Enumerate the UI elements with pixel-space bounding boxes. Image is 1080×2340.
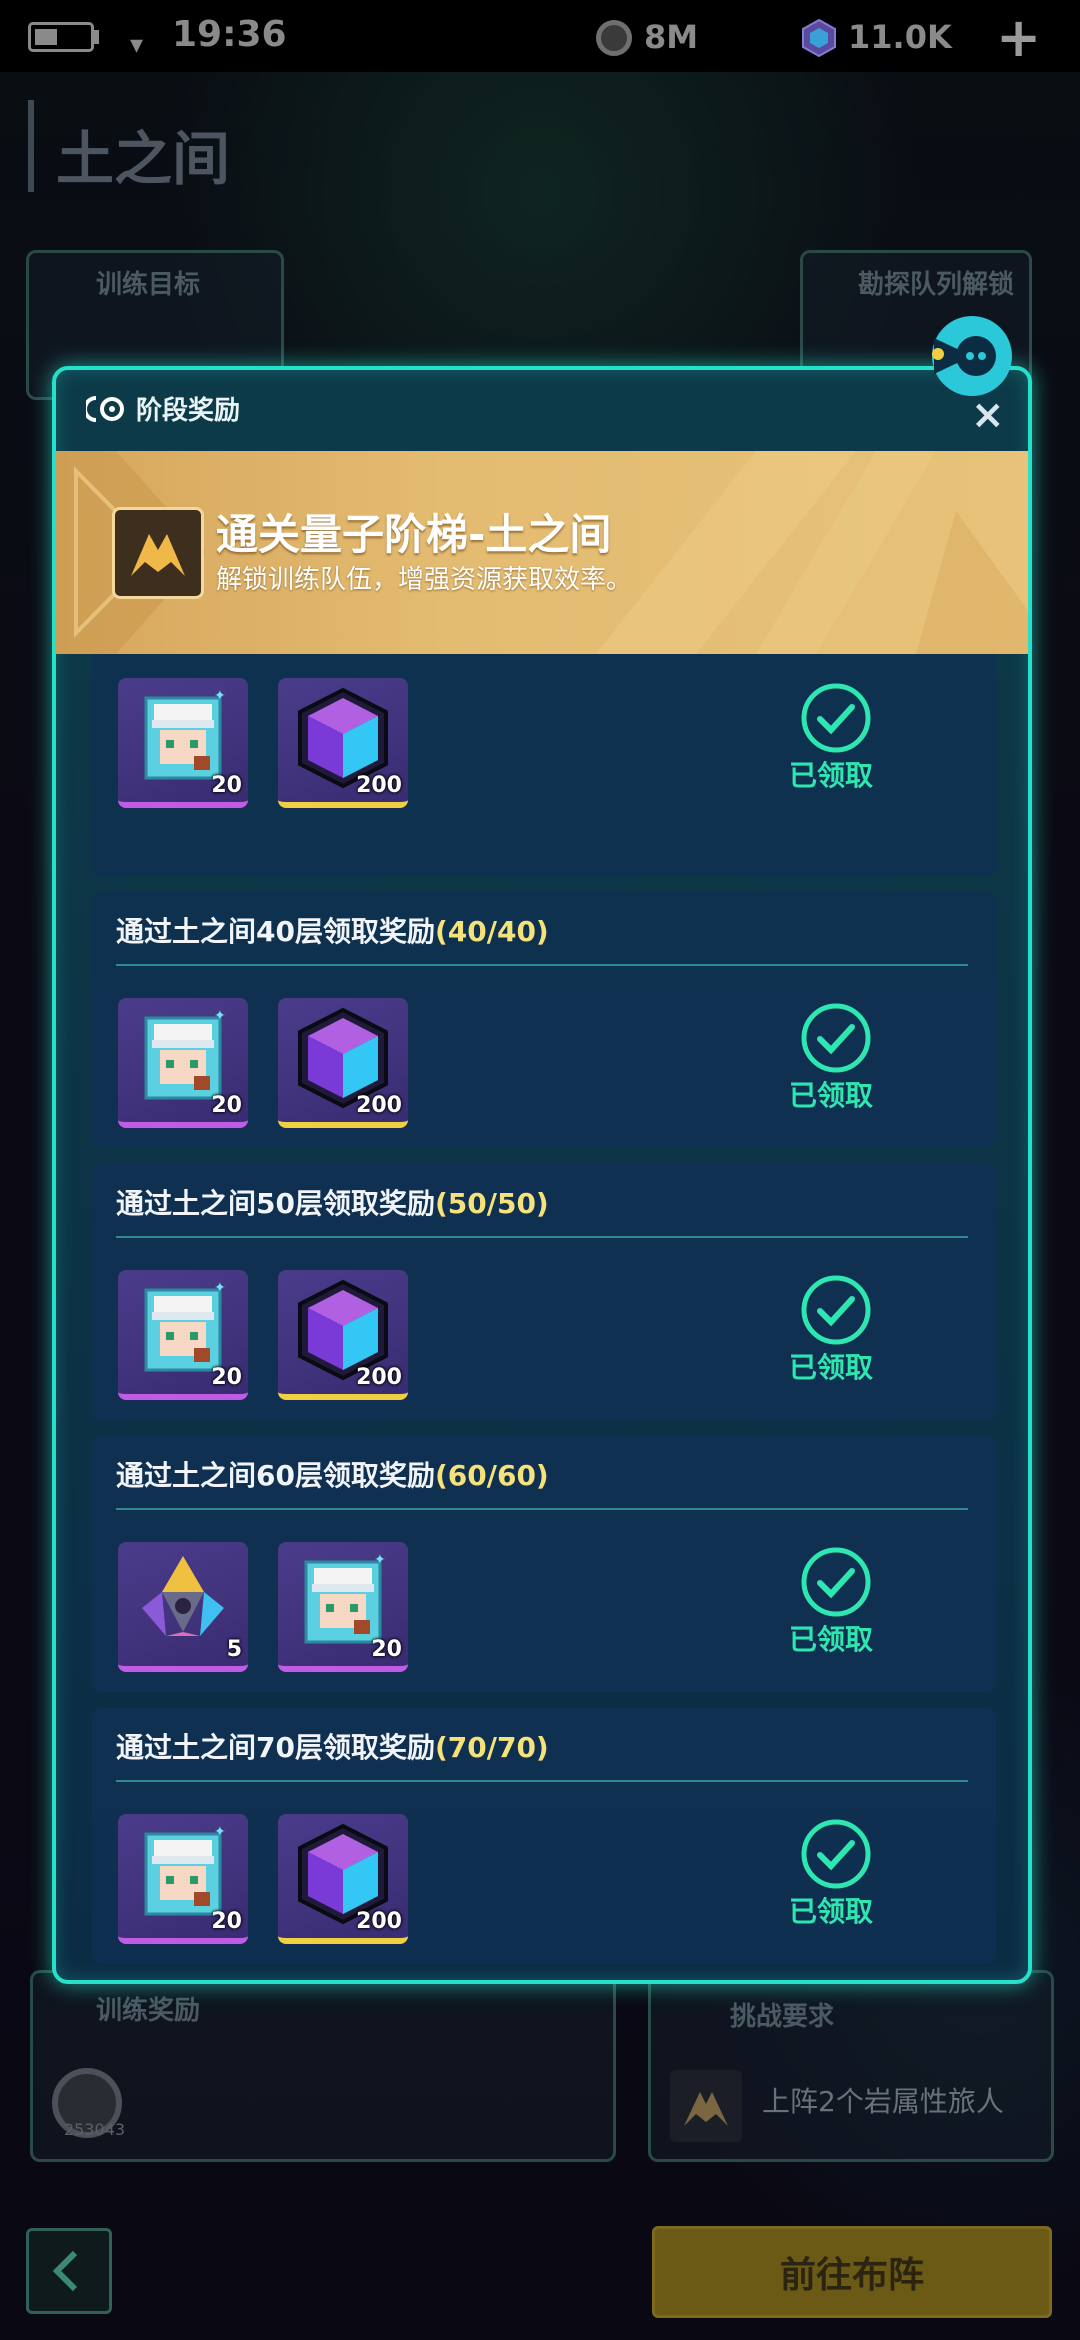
checkmark-circle-icon (801, 1003, 871, 1073)
reward-item[interactable]: ✦ 20 (118, 998, 248, 1128)
reward-item[interactable]: ✦ 20 (118, 678, 248, 808)
reward-card-title: 通过土之间40层领取奖励(40/40) (116, 910, 549, 950)
svg-text:✦: ✦ (214, 688, 226, 704)
reward-item[interactable]: 200 (278, 678, 408, 808)
modal-title: 阶段奖励 (136, 396, 241, 426)
reward-card: 通过土之间60层领取奖励(60/60) 5 ✦ 20 已领取 (92, 1436, 996, 1692)
train-reward-label: 训练奖励 (96, 1996, 201, 2026)
page-title: 土之间 (56, 125, 231, 193)
close-button[interactable]: × (971, 395, 1005, 435)
reward-quantity: 20 (211, 773, 242, 798)
reward-card: 通过土之间70层领取奖励(70/70) ✦ 20 200 已领取 (92, 1708, 996, 1964)
claimed-label: 已领取 (788, 1895, 873, 1928)
card-divider (116, 1780, 968, 1782)
reward-item[interactable]: 5 (118, 1542, 248, 1672)
earth-stage-icon (112, 507, 204, 599)
claimed-label: 已领取 (788, 1351, 873, 1384)
claimed-label: 已领取 (788, 1623, 873, 1656)
crystal-icon (802, 18, 836, 58)
reward-item[interactable]: 200 (278, 1270, 408, 1400)
reward-card-title: 通过土之间60层领取奖励(60/60) (116, 1454, 549, 1494)
reward-item[interactable]: 200 (278, 1814, 408, 1944)
reward-condition: 通过土之间60层领取奖励 (116, 1459, 435, 1492)
coin-value: 253043 (64, 2120, 126, 2139)
reward-progress: (50/50) (434, 1187, 549, 1220)
reward-item[interactable]: ✦ 20 (118, 1270, 248, 1400)
claimed-status: 已领取 (786, 682, 886, 792)
resource1-value: 8M (644, 18, 699, 56)
challenge-req-text: 上阵2个岩属性旅人 (762, 2085, 1004, 2118)
reward-item[interactable]: 200 (278, 998, 408, 1128)
reward-condition: 通过土之间50层领取奖励 (116, 1187, 435, 1220)
reward-card-title: 通过土之间50层领取奖励(50/50) (116, 1182, 549, 1222)
reward-progress: (60/60) (434, 1459, 549, 1492)
svg-text:✦: ✦ (214, 1280, 226, 1296)
reward-condition: 通过土之间70层领取奖励 (116, 1731, 435, 1764)
train-target-label: 训练目标 (96, 270, 201, 300)
add-resource-button[interactable]: + (996, 6, 1041, 69)
challenge-req-label: 挑战要求 (730, 2002, 835, 2032)
earth-element-icon (670, 2070, 742, 2142)
reward-condition: 通过土之间40层领取奖励 (116, 915, 435, 948)
stage-reward-modal: 阶段奖励 × 通关量子阶梯-土之间 解锁训练队伍，增强资源获取效率。 ✦ 20 20… (52, 316, 1032, 1984)
checkmark-circle-icon (801, 1819, 871, 1889)
reward-list[interactable]: ✦ 20 200 已领取 通过土之间40层领取奖励(40/40) ✦ 20 200 已领取 通过土… (56, 654, 1028, 1980)
chevron-left-icon (52, 2250, 78, 2292)
reward-item[interactable]: ✦ 20 (278, 1542, 408, 1672)
team-unlock-label: 勘探队列解锁 (858, 270, 1015, 300)
status-time: 19:36 (172, 14, 287, 55)
reward-quantity: 200 (356, 1365, 402, 1390)
reward-progress: (40/40) (434, 915, 549, 948)
reward-quantity: 20 (211, 1093, 242, 1118)
reward-card: 通过土之间50层领取奖励(50/50) ✦ 20 200 已领取 (92, 1164, 996, 1420)
page-title-accent (28, 100, 34, 192)
reward-card: ✦ 20 200 已领取 (92, 654, 996, 876)
claimed-status: 已领取 (786, 1546, 886, 1656)
claimed-status: 已领取 (786, 1818, 886, 1928)
reward-quantity: 20 (371, 1637, 402, 1662)
svg-text:✦: ✦ (214, 1008, 226, 1024)
claimed-status: 已领取 (786, 1274, 886, 1384)
claimed-label: 已领取 (788, 1079, 873, 1112)
go-formation-button[interactable]: 前往布阵 (652, 2226, 1052, 2318)
gear-coin-icon (596, 20, 632, 56)
signal-icon: ▾ (130, 30, 144, 60)
stage-banner: 通关量子阶梯-土之间 解锁训练队伍，增强资源获取效率。 (56, 451, 1028, 654)
assistant-mascot-icon[interactable] (924, 308, 1020, 404)
svg-text:✦: ✦ (214, 1824, 226, 1840)
reward-quantity: 20 (211, 1365, 242, 1390)
svg-text:✦: ✦ (374, 1552, 386, 1568)
reward-quantity: 20 (211, 1909, 242, 1934)
status-bar: ▾ 19:36 8M 11.0K + (0, 0, 1080, 72)
quantum-logo-icon (86, 396, 124, 422)
reward-quantity: 200 (356, 1093, 402, 1118)
reward-item[interactable]: ✦ 20 (118, 1814, 248, 1944)
checkmark-circle-icon (801, 1275, 871, 1345)
reward-progress: (70/70) (434, 1731, 549, 1764)
checkmark-circle-icon (801, 683, 871, 753)
back-button[interactable] (26, 2228, 112, 2314)
claimed-label: 已领取 (788, 759, 873, 792)
card-divider (116, 964, 968, 966)
reward-card: 通过土之间40层领取奖励(40/40) ✦ 20 200 已领取 (92, 892, 996, 1148)
claimed-status: 已领取 (786, 1002, 886, 1112)
reward-quantity: 200 (356, 773, 402, 798)
reward-quantity: 200 (356, 1909, 402, 1934)
banner-subtitle: 解锁训练队伍，增强资源获取效率。 (216, 565, 633, 595)
reward-card-title: 通过土之间70层领取奖励(70/70) (116, 1726, 549, 1766)
battery-icon (28, 22, 94, 52)
card-divider (116, 1508, 968, 1510)
resource2-value: 11.0K (848, 18, 952, 56)
reward-quantity: 5 (226, 1637, 242, 1662)
banner-title: 通关量子阶梯-土之间 (216, 510, 612, 559)
checkmark-circle-icon (801, 1547, 871, 1617)
card-divider (116, 1236, 968, 1238)
